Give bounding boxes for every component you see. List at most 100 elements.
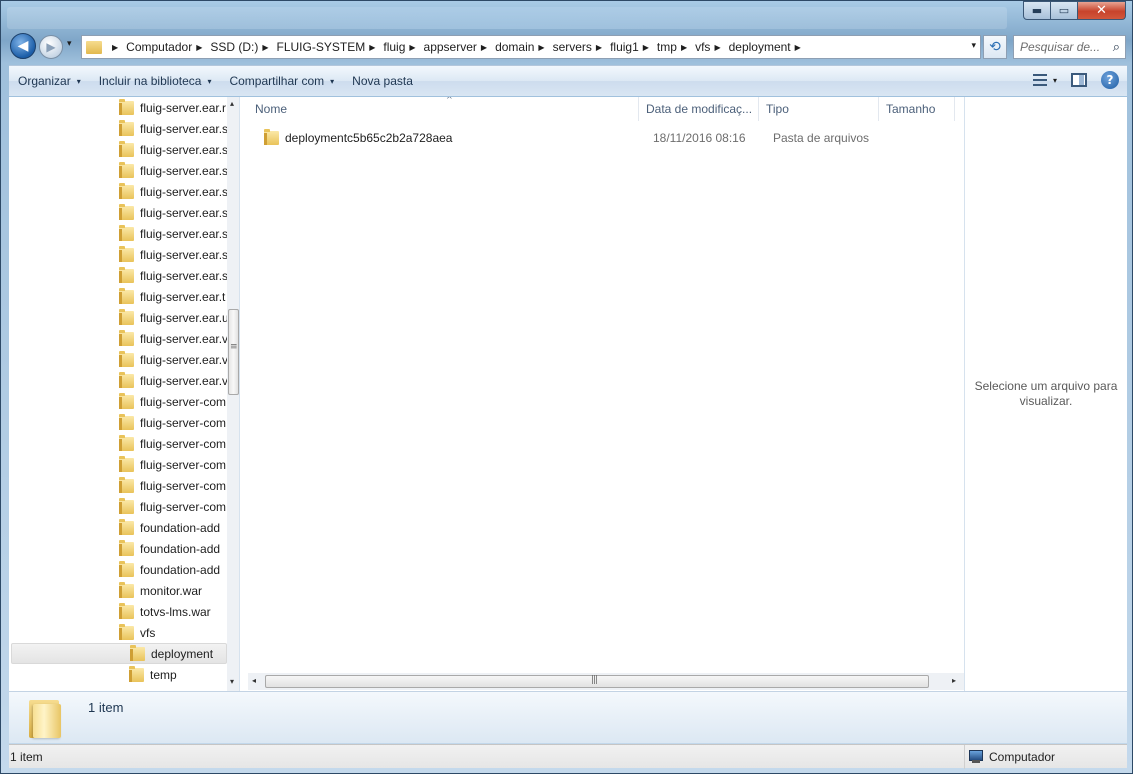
- chevron-down-icon[interactable]: ▾: [1053, 76, 1057, 85]
- search-input[interactable]: [1020, 40, 1106, 54]
- breadcrumb-item[interactable]: FLUIG-SYSTEM: [277, 40, 366, 54]
- title-bar-background: [7, 7, 1007, 29]
- tree-item[interactable]: fluig-server.ear.v: [119, 370, 227, 391]
- tree-item-label: fluig-server.ear.s: [140, 226, 227, 241]
- tree-item[interactable]: fluig-server.ear.t: [119, 286, 227, 307]
- scroll-up-icon[interactable]: ▴: [230, 99, 234, 108]
- window-controls: ▬ ▭ ✕: [1023, 1, 1126, 20]
- breadcrumb-item[interactable]: fluig: [383, 40, 405, 54]
- tree-item[interactable]: vfs: [119, 622, 227, 643]
- folder-icon: [119, 602, 134, 619]
- tree-item[interactable]: fluig-server.ear.s: [119, 265, 227, 286]
- tree-item-label: fluig-server.ear.v: [140, 373, 227, 388]
- tree-item[interactable]: temp: [129, 664, 227, 685]
- tree-item[interactable]: deployment: [11, 643, 227, 664]
- scrollbar-thumb[interactable]: [228, 309, 239, 395]
- include-library-button[interactable]: Incluir na biblioteca ▾: [90, 66, 221, 96]
- breadcrumb-separator-icon[interactable]: ▶: [481, 43, 487, 52]
- status-location-label: Computador: [989, 750, 1056, 764]
- folder-icon: [119, 476, 134, 493]
- breadcrumb-item[interactable]: SSD (D:): [210, 40, 258, 54]
- file-row[interactable]: deploymentc5b65c2b2a728aea 18/11/2016 08…: [248, 127, 964, 149]
- breadcrumb: ▶ Computador ▶ SSD (D:) ▶ FLUIG-SYSTEM ▶…: [108, 40, 809, 54]
- folder-icon: [119, 371, 134, 388]
- breadcrumb-separator-icon[interactable]: ▶: [112, 43, 118, 52]
- forward-button[interactable]: ▶: [39, 35, 63, 59]
- tree-item[interactable]: fluig-server.ear.s: [119, 181, 227, 202]
- tree-item[interactable]: fluig-server.ear.s: [119, 160, 227, 181]
- breadcrumb-separator-icon[interactable]: ▶: [596, 43, 602, 52]
- breadcrumb-item[interactable]: deployment: [729, 40, 791, 54]
- new-folder-button[interactable]: Nova pasta: [343, 66, 422, 96]
- minimize-button[interactable]: ▬: [1023, 1, 1051, 20]
- breadcrumb-separator-icon[interactable]: ▶: [196, 43, 202, 52]
- scroll-left-icon[interactable]: ◂: [252, 676, 256, 685]
- tree-item[interactable]: fluig-server-com: [119, 454, 227, 475]
- tree-item[interactable]: fluig-server.ear.s: [119, 118, 227, 139]
- new-folder-label: Nova pasta: [352, 74, 413, 88]
- breadcrumb-separator-icon[interactable]: ▶: [409, 43, 415, 52]
- breadcrumb-separator-icon[interactable]: ▶: [369, 43, 375, 52]
- refresh-button[interactable]: ⟲: [983, 35, 1007, 59]
- share-with-button[interactable]: Compartilhar com ▾: [220, 66, 343, 96]
- breadcrumb-item[interactable]: appserver: [424, 40, 477, 54]
- tree-item[interactable]: fluig-server-com: [119, 475, 227, 496]
- help-icon[interactable]: ?: [1101, 71, 1119, 89]
- tree-item[interactable]: monitor.war: [119, 580, 227, 601]
- maximize-button[interactable]: ▭: [1051, 1, 1078, 20]
- tree-item[interactable]: fluig-server.ear.r: [119, 97, 227, 118]
- breadcrumb-separator-icon[interactable]: ▶: [714, 43, 720, 52]
- tree-item[interactable]: fluig-server-com: [119, 391, 227, 412]
- breadcrumb-separator-icon[interactable]: ▶: [538, 43, 544, 52]
- tree-item[interactable]: fluig-server.ear.u: [119, 307, 227, 328]
- breadcrumb-separator-icon[interactable]: ▶: [681, 43, 687, 52]
- tree-item[interactable]: fluig-server.ear.s: [119, 223, 227, 244]
- search-icon[interactable]: ⌕: [1113, 40, 1120, 55]
- tree-item[interactable]: fluig-server.ear.s: [119, 139, 227, 160]
- tree-item[interactable]: fluig-server.ear.s: [119, 202, 227, 223]
- tree-item[interactable]: fluig-server.ear.v: [119, 349, 227, 370]
- breadcrumb-item[interactable]: tmp: [657, 40, 677, 54]
- change-view-icon[interactable]: [1032, 74, 1047, 86]
- tree-item[interactable]: fluig-server-com: [119, 412, 227, 433]
- back-button[interactable]: ◀: [10, 33, 36, 59]
- vertical-scrollbar[interactable]: ▴ ▾: [227, 97, 239, 691]
- horizontal-scrollbar[interactable]: ◂ ▸: [248, 673, 964, 690]
- breadcrumb-item[interactable]: domain: [495, 40, 534, 54]
- breadcrumb-item[interactable]: fluig1: [610, 40, 639, 54]
- tree-item-label: foundation-add: [140, 520, 221, 535]
- column-header-name[interactable]: Nome ^: [248, 97, 639, 121]
- details-item-count: 1 item: [88, 700, 124, 715]
- tree-item[interactable]: foundation-add: [119, 559, 227, 580]
- search-box[interactable]: ⌕: [1013, 35, 1126, 59]
- tree-item-label: fluig-server.ear.s: [140, 163, 227, 178]
- recent-pages-dropdown[interactable]: ▾: [67, 39, 72, 49]
- breadcrumb-item[interactable]: servers: [553, 40, 592, 54]
- address-dropdown-icon[interactable]: ▾: [971, 41, 976, 51]
- tree-item[interactable]: fluig-server.ear.v: [119, 328, 227, 349]
- column-header-type[interactable]: Tipo: [759, 97, 879, 121]
- breadcrumb-separator-icon[interactable]: ▶: [643, 43, 649, 52]
- breadcrumb-separator-icon[interactable]: ▶: [795, 43, 801, 52]
- scroll-down-icon[interactable]: ▾: [230, 677, 234, 686]
- tree-item[interactable]: fluig-server.ear.s: [119, 244, 227, 265]
- organize-button[interactable]: Organizar ▾: [9, 66, 90, 96]
- tree-item[interactable]: totvs-lms.war: [119, 601, 227, 622]
- tree-item[interactable]: fluig-server-com: [119, 433, 227, 454]
- close-button[interactable]: ✕: [1078, 1, 1126, 20]
- breadcrumb-separator-icon[interactable]: ▶: [262, 43, 268, 52]
- column-header-date[interactable]: Data de modificaç...: [639, 97, 759, 121]
- tree-item[interactable]: foundation-add: [119, 538, 227, 559]
- folder-icon: [119, 308, 134, 325]
- folder-icon: [119, 119, 134, 136]
- address-bar[interactable]: ▶ Computador ▶ SSD (D:) ▶ FLUIG-SYSTEM ▶…: [81, 35, 981, 59]
- column-header-size[interactable]: Tamanho: [879, 97, 955, 121]
- preview-pane-icon[interactable]: [1071, 73, 1087, 87]
- tree-item[interactable]: fluig-server-com: [119, 496, 227, 517]
- tree-item[interactable]: foundation-add: [119, 517, 227, 538]
- breadcrumb-item[interactable]: Computador: [126, 40, 192, 54]
- scroll-right-icon[interactable]: ▸: [952, 676, 956, 685]
- breadcrumb-item[interactable]: vfs: [695, 40, 710, 54]
- sort-ascending-icon: ^: [446, 97, 453, 104]
- scrollbar-thumb[interactable]: [265, 675, 929, 688]
